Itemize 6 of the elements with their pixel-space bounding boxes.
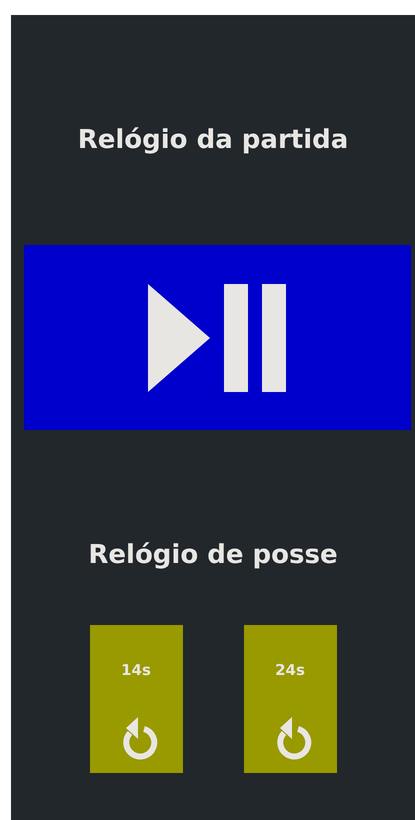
section-title: Relógio de posse [88,540,338,570]
reset-button[interactable]: 24s [244,625,336,773]
reset-button[interactable]: 14s [90,625,182,773]
play-pause-icon [148,284,288,392]
section-title: Relógio da partida [78,125,348,155]
play-pause-button[interactable] [24,245,411,430]
